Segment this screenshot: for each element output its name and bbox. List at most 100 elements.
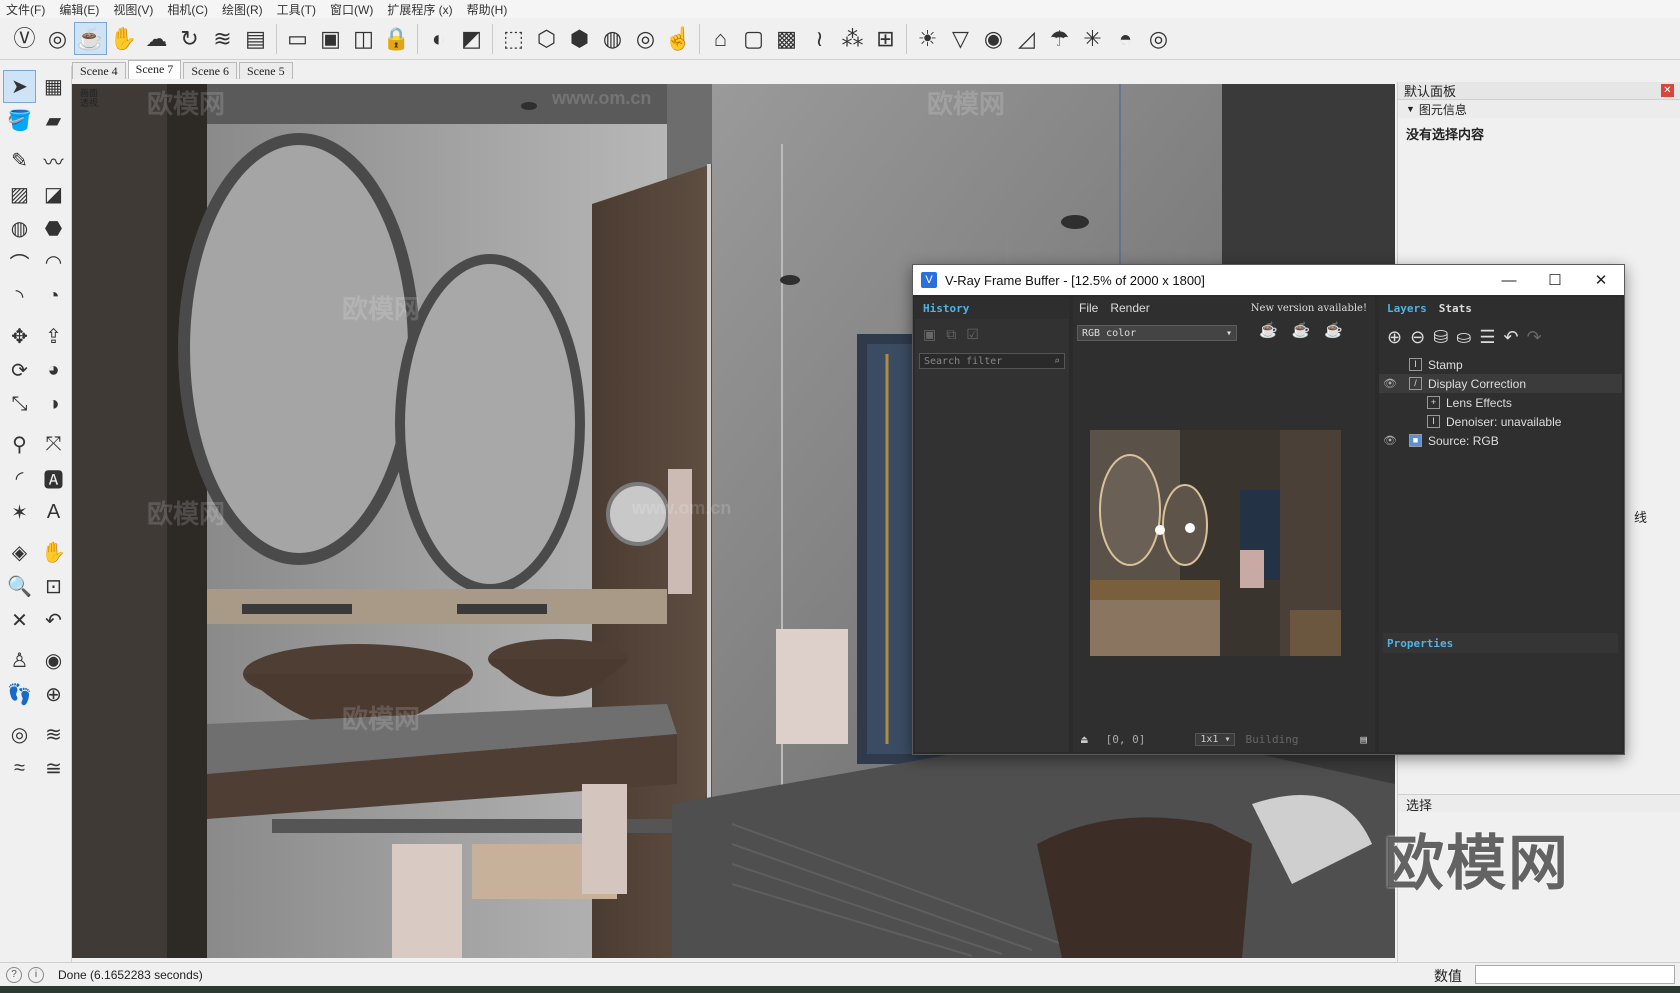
delete-layer-icon[interactable]: ⊖ [1410,327,1425,348]
zoom-select[interactable]: 1x1 ▾ [1195,732,1236,746]
pie-icon[interactable]: ◔ [37,280,70,313]
protractor-icon[interactable]: ◜ [3,462,36,495]
zoom-extents-icon[interactable]: ✕ [3,604,36,637]
vray-logo-icon[interactable]: Ⓥ [8,22,41,55]
eraser-icon[interactable]: ▰ [37,104,70,137]
log-icon[interactable]: ▤ [1360,733,1367,746]
render-preview-image[interactable] [1090,430,1341,656]
batch-render-icon[interactable]: ≋ [206,22,239,55]
pan-icon[interactable]: ✋ [37,536,70,569]
dimension-icon[interactable]: ⤧ [37,428,70,461]
zoom-icon[interactable]: 🔍 [3,570,36,603]
menu-vfb-render[interactable]: Render [1110,301,1149,315]
box-icon[interactable]: ▢ [737,22,770,55]
collapse-icon[interactable]: ▼ [1406,104,1415,114]
menu-draw[interactable]: 绘图(R) [222,1,263,18]
pointer-icon[interactable]: ☝ [662,22,695,55]
layer-row[interactable]: I Denoiser: unavailable [1379,412,1622,431]
menu-extensions[interactable]: 扩展程序 (x) [387,1,452,18]
tab-scene-7[interactable]: Scene 7 [127,60,182,79]
menu-edit[interactable]: 编辑(E) [59,1,99,18]
eye-icon[interactable]: 👁 [1379,377,1401,390]
sphere-icon[interactable]: ◍ [596,22,629,55]
orbit-icon[interactable]: ◈ [3,536,36,569]
axes-icon[interactable]: ✶ [3,496,36,529]
menu-camera[interactable]: 相机(C) [167,1,208,18]
render-settings-icon[interactable]: ▤ [239,22,272,55]
freehand-icon[interactable]: 〰 [37,144,70,177]
component-tool-icon[interactable]: ▦ [37,70,70,103]
stamp-icon[interactable]: ≈ [3,752,36,785]
render-cloud-icon[interactable]: ☁ [140,22,173,55]
push-pull-icon[interactable]: ⇪ [37,320,70,353]
rectangle-icon[interactable]: ▨ [3,178,36,211]
lock-light-icon[interactable]: ◎ [1142,22,1175,55]
redo-icon[interactable]: ↷ [1527,327,1542,348]
cube-2-icon[interactable]: ⬡ [530,22,563,55]
box-solid-icon[interactable]: ▩ [770,22,803,55]
follow-me-icon[interactable]: ◕ [37,354,70,387]
grid-icon[interactable]: ⊞ [869,22,902,55]
sun-light-icon[interactable]: ☀ [911,22,944,55]
position-camera-icon[interactable]: ♙ [3,644,36,677]
look-around-icon[interactable]: ◉ [37,644,70,677]
save-history-icon[interactable]: ▣ [923,326,936,343]
geo-location-icon[interactable]: ? [6,966,22,983]
spot-light-icon[interactable]: ▽ [944,22,977,55]
measurements-input[interactable] [1475,965,1675,984]
menu-vfb-file[interactable]: File [1079,301,1098,315]
menu-help[interactable]: 帮助(H) [467,1,508,18]
info-icon[interactable]: i [28,966,44,983]
drape-icon[interactable]: ≅ [37,752,70,785]
cube-3-icon[interactable]: ⬢ [563,22,596,55]
ab-compare-icon[interactable]: ⧉ [946,326,956,343]
stop-render-icon[interactable]: ☕ [1292,321,1311,339]
pencil-line-icon[interactable]: ✎ [3,144,36,177]
select-section[interactable]: 选择 [1398,794,1680,813]
select-tool-icon[interactable]: ➤ [3,70,36,103]
dome-light-icon[interactable]: ◓ [1109,22,1142,55]
interactive-render-icon[interactable]: ✋ [107,22,140,55]
stats-tab[interactable]: Stats [1439,302,1472,315]
mesh-light-icon[interactable]: ⌂ [704,22,737,55]
lock-camera-icon[interactable]: 🔒 [380,22,413,55]
menu-tools[interactable]: 工具(T) [277,1,316,18]
history-tab[interactable]: History [923,302,969,315]
layer-row[interactable]: I Stamp [1379,355,1622,374]
maximize-button[interactable]: ☐ [1532,265,1578,295]
polygon-icon[interactable]: ⬣ [37,212,70,245]
3d-text-icon[interactable]: A [37,496,70,529]
terrain-icon[interactable]: ≋ [37,718,70,751]
section-plane-icon[interactable]: ⊕ [37,678,70,711]
add-layer-icon[interactable]: ⊕ [1387,327,1402,348]
minimize-button[interactable]: — [1486,265,1532,295]
star-light-icon[interactable]: ✳ [1076,22,1109,55]
rotate-icon[interactable]: ⟳ [3,354,36,387]
menu-window[interactable]: 窗口(W) [330,1,373,18]
render-refresh-icon[interactable]: ↻ [173,22,206,55]
scatter-icon[interactable]: ⁂ [836,22,869,55]
render-region-icon[interactable]: ▣ [314,22,347,55]
layer-row[interactable]: 👁 ■ Source: RGB [1379,431,1622,450]
menu-file[interactable]: 文件(F) [6,1,45,18]
sandbox-icon[interactable]: ◎ [3,718,36,751]
rotated-rectangle-icon[interactable]: ◪ [37,178,70,211]
offset-icon[interactable]: ◑ [37,388,70,421]
zoom-window-icon[interactable]: ⊡ [37,570,70,603]
save-layers-icon[interactable]: ⛁ [1433,327,1448,348]
load-layers-icon[interactable]: ⛀ [1456,327,1471,348]
move-icon[interactable]: ✥ [3,320,36,353]
proxy-icon[interactable]: ◩ [455,22,488,55]
eye-icon[interactable]: 👁 [1379,434,1401,447]
close-icon[interactable]: ✕ [1661,84,1674,97]
fur-icon[interactable]: ≀ [803,22,836,55]
asset-editor-icon[interactable]: ◎ [41,22,74,55]
render-region-icon[interactable]: ☕ [1259,321,1278,339]
arc-2-icon[interactable]: ◠ [37,246,70,279]
lock-icon[interactable]: ⏏ [1081,733,1088,746]
arc-3-icon[interactable]: ◝ [3,280,36,313]
entity-info-title[interactable]: 图元信息 [1419,101,1467,118]
viewport-render-icon[interactable]: ◫ [347,22,380,55]
tab-scene-4[interactable]: Scene 4 [72,62,126,79]
tab-scene-6[interactable]: Scene 6 [183,62,237,79]
